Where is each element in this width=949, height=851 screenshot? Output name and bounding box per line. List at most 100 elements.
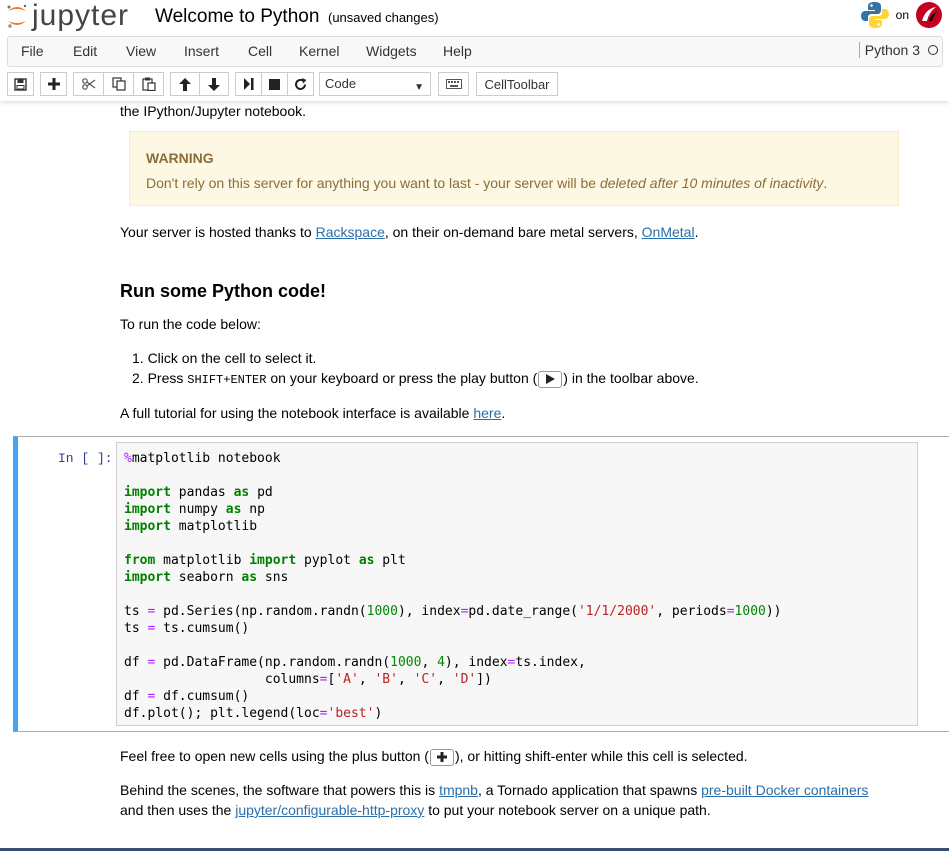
cell-type-select[interactable]: Code ▼ [319, 72, 431, 96]
jupyter-logo[interactable]: jupyter [6, 0, 129, 32]
step-1: 1. Click on the cell to select it. [132, 350, 317, 366]
code-line: ts = ts.cumsum() [124, 621, 250, 636]
restart-button[interactable] [287, 72, 314, 96]
menu-widgets[interactable]: Widgets [366, 43, 417, 59]
menu-insert[interactable]: Insert [184, 43, 219, 59]
code-line: import matplotlib [124, 519, 258, 534]
paste-button[interactable] [133, 72, 164, 96]
step-2-middle: on your keyboard or press the play butto… [266, 370, 538, 386]
jupyter-orbit-icon [7, 4, 27, 28]
feel-free-paragraph: Feel free to open new cells using the pl… [120, 746, 748, 766]
intro-text: the IPython/Jupyter notebook. [120, 103, 307, 119]
behind-paragraph-line1: Behind the scenes, the software that pow… [120, 780, 868, 800]
warning-body-suffix: . [823, 175, 828, 191]
menubar: File Edit View Insert Cell Kernel Widget… [7, 36, 943, 67]
menu-cell[interactable]: Cell [248, 43, 272, 59]
to-run-text: To run the code below: [120, 316, 261, 332]
code-line: import seaborn as sns [124, 570, 289, 585]
cell-type-value: Code [325, 76, 357, 91]
logo-text: jupyter [32, 0, 130, 32]
insert-cell-button[interactable] [40, 72, 67, 96]
move-down-button[interactable] [199, 72, 229, 96]
menu-edit[interactable]: Edit [73, 43, 97, 59]
command-palette-button[interactable] [438, 72, 469, 96]
feel-free-text: Feel free to open new cells using the pl… [120, 748, 429, 764]
warning-title: WARNING [146, 150, 214, 166]
rackspace-logo-icon [916, 2, 942, 28]
plus-icon [47, 78, 60, 90]
behind-text: Behind the scenes, the software that pow… [120, 782, 440, 798]
warning-body-text: Don't rely on this server for anything y… [146, 175, 600, 191]
code-line: df = pd.DataFrame(np.random.randn(1000, … [124, 655, 586, 670]
copy-button[interactable] [103, 72, 134, 96]
tutorial-suffix: . [501, 405, 506, 421]
onmetal-link[interactable]: OnMetal [642, 224, 695, 240]
run-cell-button[interactable] [235, 72, 262, 96]
on-label: on [895, 8, 909, 22]
input-prompt: In [ ]: [58, 451, 113, 466]
tutorial-paragraph: A full tutorial for using the notebook i… [120, 403, 505, 423]
warning-body: Don't rely on this server for anything y… [146, 175, 827, 191]
code-line: df = df.cumsum() [124, 689, 250, 704]
header: jupyter Welcome to Python (unsaved chang… [0, 0, 949, 101]
menu-help[interactable]: Help [443, 43, 472, 59]
code-line: df.plot(); plt.legend(loc='best') [124, 706, 383, 721]
cut-icon [81, 78, 95, 90]
save-button[interactable] [7, 72, 34, 96]
step-2-prefix: 2. Press [132, 370, 188, 386]
celltoolbar-button[interactable]: CellToolbar [476, 72, 558, 96]
feel-free-suffix: ), or hitting shift-enter while this cel… [454, 748, 748, 764]
arrow-up-icon [179, 77, 191, 91]
notebook-container: the IPython/Jupyter notebook. WARNING Do… [0, 101, 949, 851]
plus-icon [436, 752, 447, 763]
docker-containers-link[interactable]: pre-built Docker containers [701, 782, 868, 798]
step-forward-icon [243, 78, 253, 90]
play-button-inline [538, 370, 563, 388]
tutorial-link[interactable]: here [473, 405, 501, 421]
code-line: import pandas as pd [124, 485, 273, 500]
kernel-idle-icon [928, 45, 938, 55]
copy-icon [111, 77, 126, 91]
kernel-logos: on [860, 0, 943, 30]
notebook-title[interactable]: Welcome to Python [155, 6, 319, 28]
paste-icon [141, 77, 156, 91]
code-line: ts = pd.Series(np.random.randn(1000), in… [124, 604, 782, 619]
python-logo-icon [860, 2, 889, 28]
kernel-name: Python 3 [864, 42, 920, 58]
menu-kernel[interactable]: Kernel [299, 43, 339, 59]
restart-icon [295, 77, 307, 90]
section-heading: Run some Python code! [120, 281, 327, 301]
save-icon [14, 77, 27, 91]
menu-view[interactable]: View [126, 43, 156, 59]
code-line: import numpy as np [124, 502, 265, 517]
http-proxy-link[interactable]: jupyter/configurable-http-proxy [235, 802, 424, 818]
move-up-button[interactable] [170, 72, 200, 96]
code-editor[interactable]: %matplotlib notebook import pandas as pd… [116, 442, 918, 726]
behind-middle: , a Tornado application that spawns [477, 782, 702, 798]
step-2: 2. Press SHIFT+ENTER on your keyboard or… [132, 368, 699, 390]
hosted-text: Your server is hosted thanks to [120, 224, 316, 240]
tmpnb-link[interactable]: tmpnb [439, 782, 478, 798]
cut-button[interactable] [73, 72, 104, 96]
interrupt-button[interactable] [261, 72, 288, 96]
code-line: columns=['A', 'B', 'C', 'D']) [124, 672, 492, 687]
toolbar: Code ▼ CellToolbar [7, 72, 947, 97]
code-line: %matplotlib notebook [124, 451, 281, 466]
warning-alert: WARNING Don't rely on this server for an… [129, 131, 899, 206]
behind-paragraph-line2: and then uses the jupyter/configurable-h… [120, 800, 711, 820]
code-cell[interactable]: In [ ]: %matplotlib notebook import pand… [13, 436, 949, 732]
arrow-down-icon [208, 77, 220, 91]
keyboard-icon [445, 79, 462, 89]
save-status: (unsaved changes) [328, 10, 439, 25]
shift-enter-kbd: SHIFT+ENTER [187, 373, 267, 387]
hosted-paragraph: Your server is hosted thanks to Rackspac… [120, 222, 698, 242]
kernel-indicator: Python 3 [858, 42, 938, 58]
tutorial-text: A full tutorial for using the notebook i… [120, 405, 474, 421]
hosted-suffix: . [694, 224, 699, 240]
behind-line2-prefix: and then uses the [120, 802, 236, 818]
stop-icon [269, 78, 280, 90]
menu-file[interactable]: File [21, 43, 44, 59]
plus-button-inline [429, 748, 454, 766]
rackspace-link[interactable]: Rackspace [316, 224, 385, 240]
hosted-middle: , on their on-demand bare metal servers, [384, 224, 642, 240]
